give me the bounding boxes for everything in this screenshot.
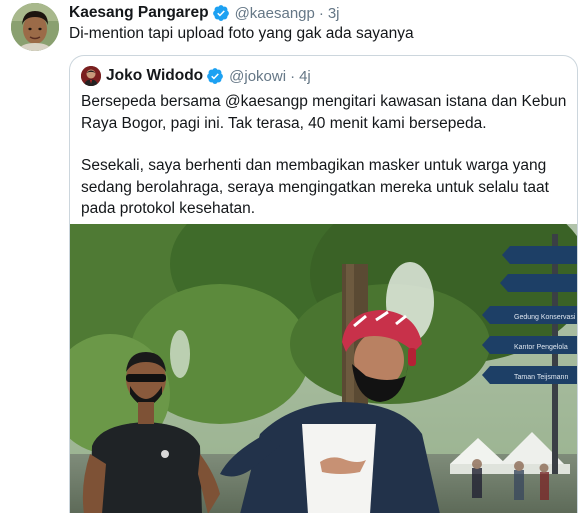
quoted-author-name[interactable]: Joko Widodo [106,67,203,85]
verified-badge-icon [206,67,224,85]
separator-dot: · [290,67,296,85]
verified-badge-icon [212,4,230,22]
tweet-text: Di-mention tapi upload foto yang gak ada… [69,25,414,42]
sign-label: Gedung Konservasi [514,314,576,321]
sign-label: Taman Teijsmann [514,374,568,381]
author-avatar[interactable] [11,3,59,51]
quoted-tweet[interactable]: Joko Widodo @jokowi · 4j Bersepeda bersa… [69,55,578,513]
timestamp[interactable]: 3j [328,5,340,22]
quoted-tweet-photo[interactable]: Gedung Konservasi Kantor Pengelola Taman… [70,224,577,513]
separator-dot: · [318,4,324,22]
tweet-header: Kaesang Pangarep @kaesangp · 3j [69,2,340,24]
tweet[interactable]: Kaesang Pangarep @kaesangp · 3j Di-menti… [0,0,585,513]
quoted-paragraph-2: Sesekali, saya berhenti dan membagikan m… [81,157,549,217]
author-handle[interactable]: @kaesangp [235,5,315,22]
quoted-author-handle[interactable]: @jokowi [229,68,286,85]
sign-label: Kantor Pengelola [514,344,568,351]
author-name[interactable]: Kaesang Pangarep [69,4,209,22]
quoted-tweet-text: Bersepeda bersama @kaesangp mengitari ka… [81,91,569,220]
quoted-author-avatar[interactable] [81,66,101,86]
quoted-tweet-header: Joko Widodo @jokowi · 4j [81,65,311,87]
quoted-paragraph-1: Bersepeda bersama @kaesangp mengitari ka… [81,93,567,132]
quoted-timestamp[interactable]: 4j [299,68,311,85]
